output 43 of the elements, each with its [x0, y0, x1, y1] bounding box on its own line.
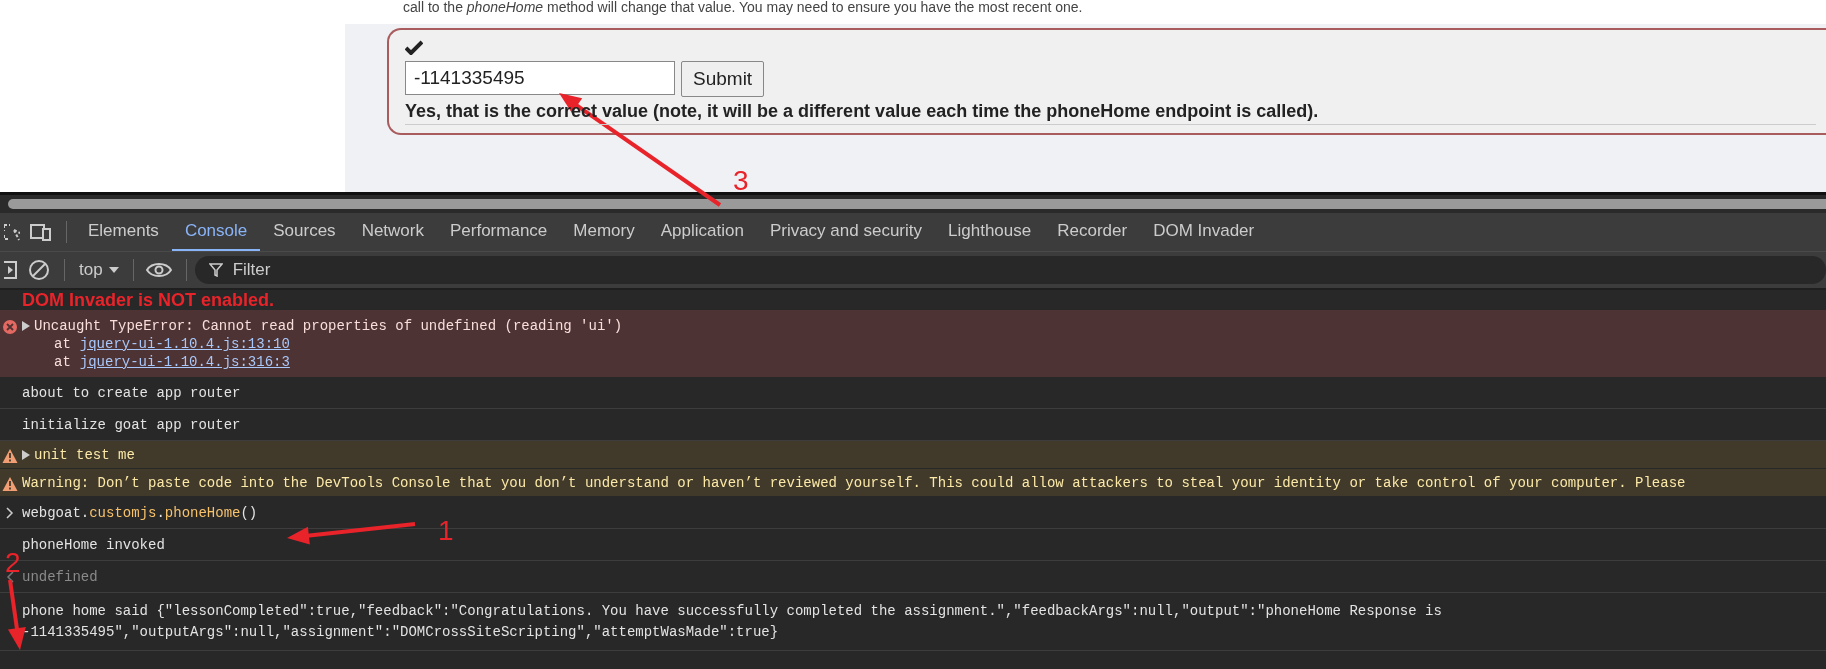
eye-icon[interactable]	[145, 262, 172, 278]
devtools-tab[interactable]: Recorder	[1044, 213, 1141, 251]
banner-text: DOM Invader is NOT enabled.	[21, 290, 276, 310]
console-command-text: webgoat.customjs.phoneHome()	[22, 505, 258, 521]
devtools-tab[interactable]: Performance	[437, 213, 561, 251]
annotation-number: 3	[733, 165, 749, 196]
devtools-tab[interactable]: Elements	[75, 213, 172, 251]
log-message: phoneHome invoked	[22, 537, 165, 553]
warning-message: unit test me	[34, 447, 135, 463]
log-message: initialize goat app router	[22, 417, 241, 433]
inspect-icon[interactable]	[4, 222, 20, 242]
filter-field[interactable]: Filter	[194, 256, 1826, 284]
stack-prefix: at	[54, 354, 71, 370]
clear-console-icon[interactable]	[28, 259, 50, 281]
sidebar-toggle-icon[interactable]	[4, 260, 18, 280]
answer-field[interactable]: -1141335495	[405, 61, 675, 95]
error-message: Uncaught TypeError: Cannot read properties of undefined (reading 'ui')	[34, 318, 623, 334]
log-message: about to create app router	[22, 385, 241, 401]
devtools-tab[interactable]: Application	[647, 213, 757, 251]
warning-message: Warning: Don’t paste code into the DevTools Console that you don’t understand or haven’t reviewed yourself. This could allow attackers to steal your identity or take control of your computer. Please	[22, 475, 1686, 491]
filter-input[interactable]: Filter	[230, 259, 1812, 281]
scrollbar-thumb[interactable]	[8, 199, 1826, 209]
devtools-tab[interactable]: Memory	[560, 213, 648, 251]
caret-icon	[108, 267, 119, 273]
stack-prefix: at	[54, 336, 71, 352]
device-toolbar-icon[interactable]	[30, 222, 52, 242]
devtools-tab[interactable]: Network	[348, 213, 437, 251]
devtools-tab[interactable]: Lighthouse	[935, 213, 1045, 251]
context-dropdown[interactable]: top	[73, 259, 125, 281]
expand-arrow-icon[interactable]	[22, 321, 30, 331]
filter-icon	[208, 263, 223, 277]
devtools-tab[interactable]: Sources	[260, 213, 349, 251]
log-message: phone home said {"lessonCompleted":true,"feedback":"Congratulations. You have successfully completed the assignment.","feedbackArgs":null,"output":"phoneHome Response is -1141335495","outputArgs":null,"assignment":"DOMCrossSiteScripting","attemptWasMade":true}	[22, 602, 1443, 642]
instruction-text: call to the phoneHome method will change that value. You may need to ensure you have the most recent one.	[345, 0, 1826, 24]
annotation-number: 1	[438, 515, 454, 546]
expand-arrow-icon[interactable]	[22, 450, 30, 460]
annotation-number: 2	[5, 547, 21, 578]
submit-button[interactable]: Submit	[681, 61, 765, 97]
devtools-tab[interactable]: Privacy and security	[756, 213, 935, 251]
return-value: undefined	[22, 569, 98, 585]
devtools-tab[interactable]: DOM Invader	[1140, 213, 1268, 251]
source-link[interactable]: jquery-ui-1.10.4.js:316:3	[79, 354, 290, 370]
source-link[interactable]: jquery-ui-1.10.4.js:13:10	[79, 336, 290, 352]
